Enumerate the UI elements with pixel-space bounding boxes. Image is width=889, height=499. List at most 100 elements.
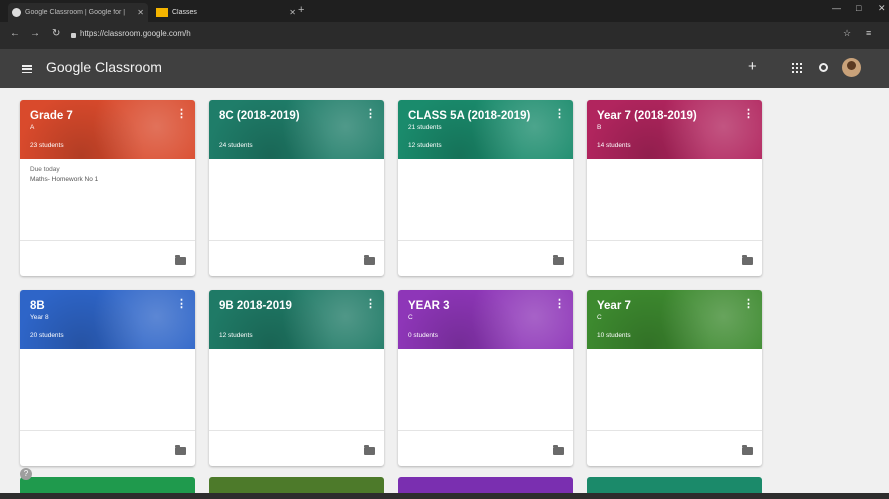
lock-icon [71,33,76,38]
class-card-body [587,159,762,241]
folder-icon[interactable] [553,445,564,455]
class-card-footer [587,240,762,276]
class-card-class-5a[interactable]: CLASS 5A (2018-2019) 21 students 12 stud… [398,100,573,276]
more-options-icon[interactable]: ⋮ [743,109,754,120]
folder-icon[interactable] [742,255,753,265]
more-options-icon[interactable]: ⋮ [365,299,376,310]
folder-icon[interactable] [175,445,186,455]
student-count: 10 students [597,332,631,339]
more-options-icon[interactable]: ⋮ [176,299,187,310]
class-section: A [30,124,35,131]
class-card-year-3[interactable]: YEAR 3 C 0 students ⋮ [398,290,573,466]
student-count: 0 students [408,332,438,339]
class-section: 21 students [408,124,442,131]
class-section: C [408,314,413,321]
class-title[interactable]: Year 7 (2018-2019) [597,110,752,122]
class-card-footer [20,240,195,276]
student-count: 12 students [219,332,253,339]
class-card-9b[interactable]: 9B 2018-2019 12 students ⋮ [209,290,384,466]
browser-tab-classes[interactable]: Classes ✕ [150,3,300,22]
class-card-header[interactable]: Year 7 (2018-2019) B 14 students ⋮ [587,100,762,159]
app-title: Google Classroom [46,59,162,75]
class-card-header[interactable]: 8C (2018-2019) 24 students ⋮ [209,100,384,159]
class-card-body [398,159,573,241]
class-card-body [20,349,195,431]
class-card-footer [209,240,384,276]
notifications-icon[interactable] [819,63,828,72]
class-card-body: Due today Maths- Homework No 1 [20,159,195,241]
browser-tab-google-classroom[interactable]: Google Classroom | Google for | ✕ [8,3,148,22]
folder-icon[interactable] [742,445,753,455]
class-card-8c[interactable]: 8C (2018-2019) 24 students ⋮ [209,100,384,276]
class-card-footer [398,430,573,466]
reload-icon[interactable]: ↻ [52,28,60,39]
back-icon[interactable]: ← [10,28,20,39]
close-tab-icon[interactable]: ✕ [289,8,296,17]
class-card-body [209,349,384,431]
tab-title: Classes [172,9,197,16]
class-card-header[interactable]: Year 7 C 10 students ⋮ [587,290,762,349]
help-icon[interactable]: ? [20,468,32,480]
class-card-footer [398,240,573,276]
close-tab-icon[interactable]: ✕ [137,8,144,17]
class-card-footer [209,430,384,466]
minimize-icon[interactable]: — [832,3,841,13]
folder-icon[interactable] [175,255,186,265]
address-bar: ← → ↻ https://classroom.google.com/h ☆ ≡ [0,22,889,49]
class-card-header[interactable]: 8B Year 8 20 students ⋮ [20,290,195,349]
folder-icon[interactable] [364,255,375,265]
more-options-icon[interactable]: ⋮ [176,109,187,120]
class-card-header[interactable]: YEAR 3 C 0 students ⋮ [398,290,573,349]
class-title[interactable]: CLASS 5A (2018-2019) [408,110,563,122]
class-section: C [597,314,602,321]
class-card-header[interactable]: Grade 7 A 23 students ⋮ [20,100,195,159]
class-card-grade-7[interactable]: Grade 7 A 23 students ⋮ Due today Maths-… [20,100,195,276]
os-taskbar [0,493,889,499]
class-title[interactable]: 9B 2018-2019 [219,300,374,312]
main-menu-icon[interactable] [22,65,32,73]
class-card-footer [587,430,762,466]
student-count: 23 students [30,142,64,149]
forward-icon[interactable]: → [30,28,40,39]
class-card-year-7-2018[interactable]: Year 7 (2018-2019) B 14 students ⋮ [587,100,762,276]
class-card-year-7[interactable]: Year 7 C 10 students ⋮ [587,290,762,466]
student-count: 12 students [408,142,442,149]
account-avatar[interactable] [842,58,861,77]
folder-icon[interactable] [364,445,375,455]
more-options-icon[interactable]: ⋮ [743,299,754,310]
folder-icon[interactable] [553,255,564,265]
app-header: Google Classroom + [0,49,889,88]
tab-title: Google Classroom | Google for | [25,9,126,16]
new-tab-icon[interactable]: + [298,4,304,16]
maximize-icon[interactable]: □ [856,3,861,13]
google-apps-icon[interactable] [792,63,802,73]
class-title[interactable]: 8C (2018-2019) [219,110,374,122]
classroom-favicon-icon [156,8,168,17]
close-window-icon[interactable]: ✕ [878,3,886,14]
class-title[interactable]: 8B [30,300,185,312]
url-field[interactable]: https://classroom.google.com/h [80,29,191,38]
class-card-body [398,349,573,431]
due-label: Due today [30,166,60,173]
class-card-header[interactable]: CLASS 5A (2018-2019) 21 students 12 stud… [398,100,573,159]
class-section: B [597,124,602,131]
extension-icon[interactable]: ≡ [866,28,871,38]
student-count: 20 students [30,332,64,339]
due-assignment-link[interactable]: Maths- Homework No 1 [30,176,185,183]
browser-tab-bar: Google Classroom | Google for | ✕ Classe… [0,0,889,22]
more-options-icon[interactable]: ⋮ [554,109,565,120]
more-options-icon[interactable]: ⋮ [554,299,565,310]
class-title[interactable]: Grade 7 [30,110,185,122]
google-favicon-icon [12,8,21,17]
class-card-header[interactable]: 9B 2018-2019 12 students ⋮ [209,290,384,349]
class-card-footer [20,430,195,466]
bookmark-star-icon[interactable]: ☆ [843,28,851,39]
more-options-icon[interactable]: ⋮ [365,109,376,120]
student-count: 24 students [219,142,253,149]
class-title[interactable]: Year 7 [597,300,752,312]
student-count: 14 students [597,142,631,149]
class-card-8b[interactable]: 8B Year 8 20 students ⋮ [20,290,195,466]
add-class-icon[interactable]: + [748,58,757,75]
class-card-body [209,159,384,241]
class-title[interactable]: YEAR 3 [408,300,563,312]
